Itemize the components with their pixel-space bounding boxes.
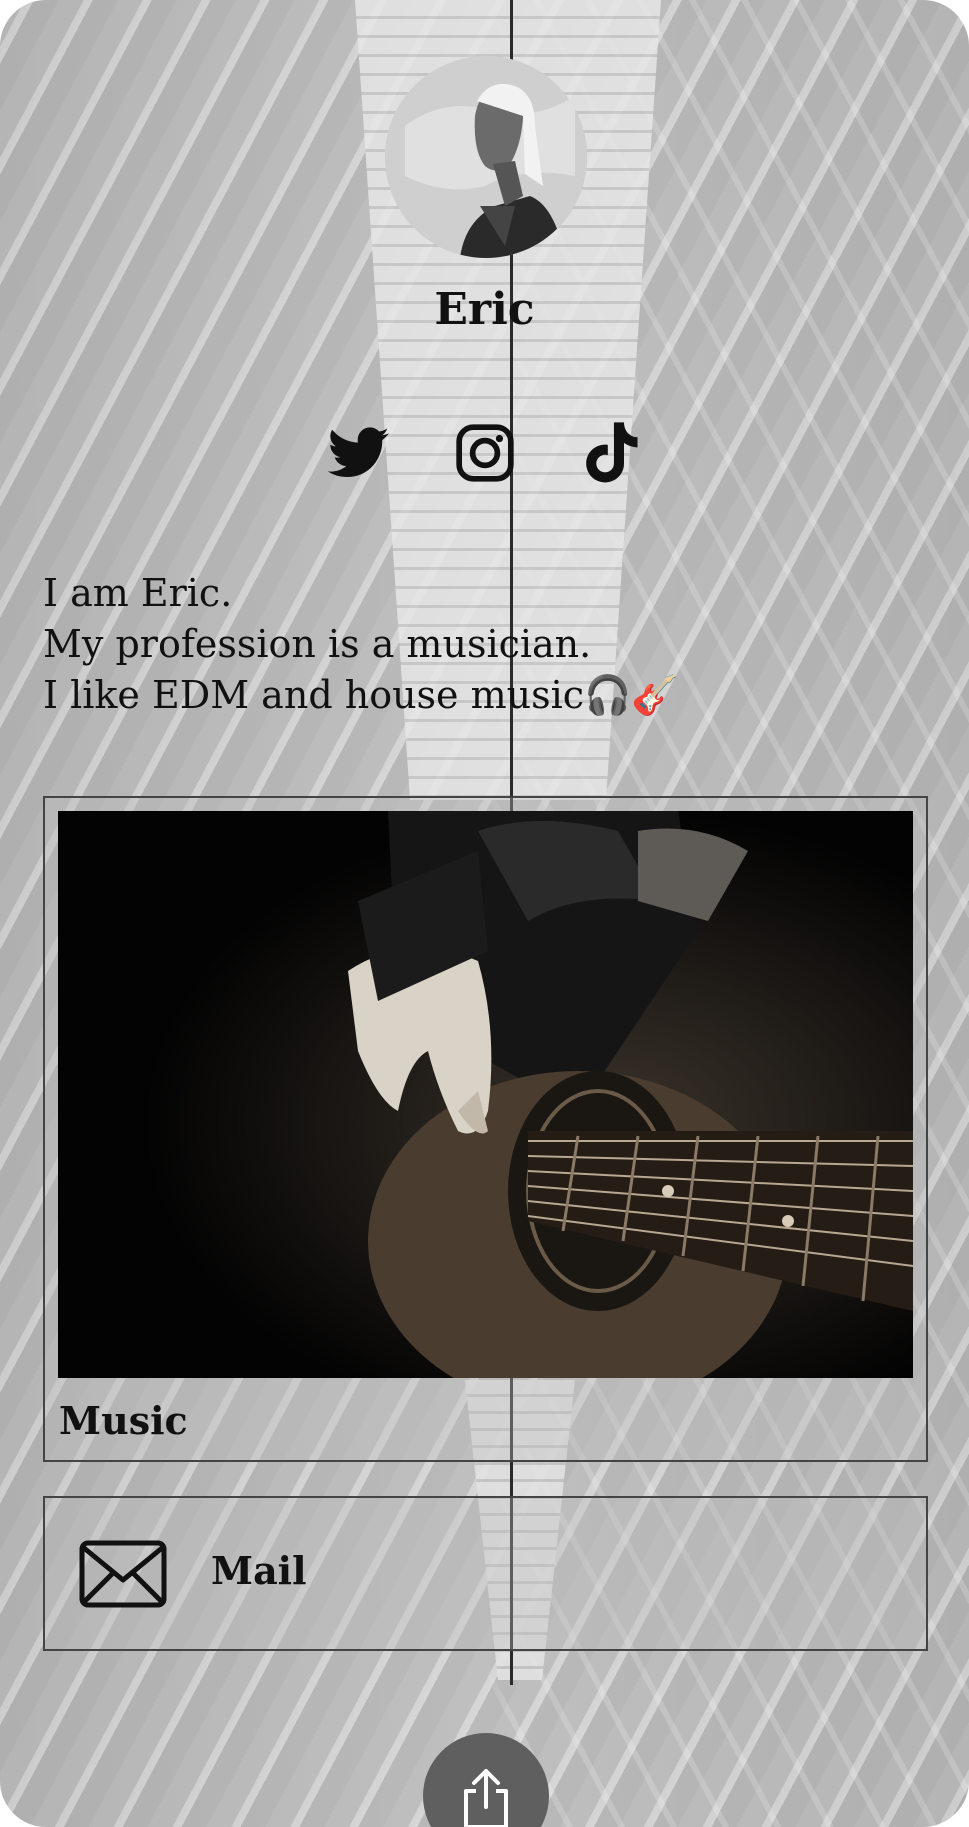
- mail-link-card[interactable]: Mail: [43, 1496, 928, 1651]
- share-icon: [464, 1769, 508, 1827]
- music-link-label: Music: [59, 1398, 188, 1443]
- bio-line: I like EDM and house music🎧🎸: [43, 673, 679, 717]
- avatar: [385, 56, 587, 258]
- bio-line: I am Eric.: [43, 571, 233, 615]
- tiktok-link[interactable]: [578, 420, 644, 486]
- instagram-icon: [456, 424, 514, 482]
- bio-text: I am Eric. My profession is a musician. …: [43, 568, 923, 721]
- social-links: [0, 420, 969, 490]
- profile-page: Eric I am Eric. My profession is a music…: [0, 0, 969, 1827]
- instagram-link[interactable]: [452, 420, 518, 486]
- twitter-icon: [328, 427, 389, 478]
- guitar-photo: [58, 811, 913, 1378]
- twitter-link[interactable]: [326, 420, 392, 486]
- share-button[interactable]: [423, 1733, 549, 1827]
- bio-line: My profession is a musician.: [43, 622, 592, 666]
- mail-link-label: Mail: [211, 1548, 307, 1593]
- tiktok-icon: [586, 422, 638, 483]
- mail-icon: [79, 1540, 167, 1608]
- profile-name: Eric: [434, 284, 535, 335]
- music-link-card[interactable]: Music: [43, 796, 928, 1462]
